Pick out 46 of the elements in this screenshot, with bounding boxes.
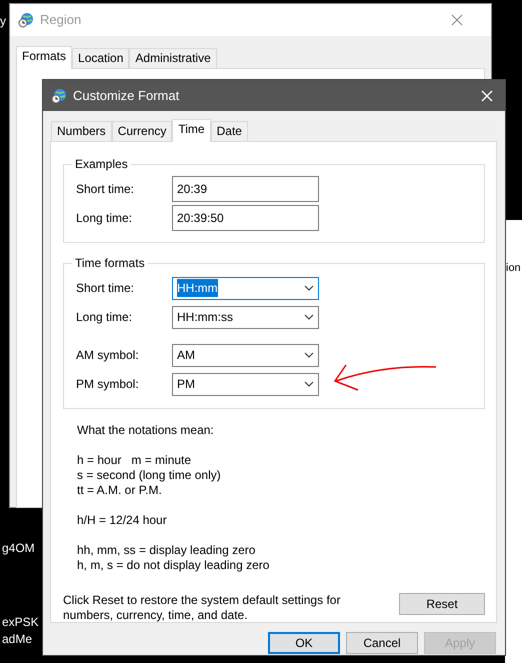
notation-text: hh, mm, ss = display leading zero	[77, 543, 256, 558]
window-title: Region	[40, 11, 82, 30]
notation-text: h = hour m = minute	[77, 453, 192, 468]
desktop-label[interactable]: exPSK	[2, 615, 39, 630]
reset-button[interactable]: Reset	[399, 593, 485, 615]
tab[interactable]: Time	[172, 119, 211, 142]
text-field[interactable]: 20:39	[172, 176, 319, 202]
group-title: Examples	[74, 158, 129, 170]
desktop-label[interactable]: adMe	[2, 632, 32, 647]
desktop-label[interactable]: y	[0, 14, 6, 29]
notation-text: h/H = 12/24 hour	[77, 513, 168, 528]
field-label: Short time:	[76, 280, 136, 297]
desktop-label[interactable]: g4OM	[2, 541, 35, 556]
dialog-button[interactable]: Cancel	[346, 632, 418, 654]
field-label: PM symbol:	[76, 376, 140, 393]
group-title: Time formats	[74, 257, 146, 269]
chevron-down-icon[interactable]	[304, 352, 314, 358]
tab[interactable]: Administrative	[129, 48, 217, 68]
tab[interactable]: Currency	[112, 121, 172, 141]
notation-text: h, m, s = do not display leading zero	[77, 558, 270, 573]
notation-text: tt = A.M. or P.M.	[77, 483, 163, 498]
dialog-title: Customize Format	[73, 86, 180, 105]
dropdown[interactable]: HH:mm:ss	[172, 306, 319, 328]
dropdown[interactable]: AM	[172, 344, 319, 366]
globe-clock-icon	[18, 12, 34, 28]
field-label: AM symbol:	[76, 347, 140, 364]
chevron-down-icon[interactable]	[304, 285, 314, 291]
close-icon[interactable]	[451, 14, 463, 26]
window-text: ion	[506, 261, 521, 276]
dialog-button[interactable]: OK	[268, 632, 340, 654]
field-label: Short time:	[76, 181, 136, 198]
text-field[interactable]: 20:39:50	[172, 205, 319, 231]
chevron-down-icon[interactable]	[304, 381, 314, 387]
dropdown[interactable]: HH:mm	[172, 276, 319, 300]
reset-hint: Click Reset to restore the system default settings for numbers, currency, time, and date.	[63, 593, 342, 623]
notation-text: What the notations mean:	[77, 423, 215, 438]
field-label: Long time:	[76, 309, 134, 326]
tab[interactable]: Date	[210, 121, 248, 141]
tab[interactable]: Formats	[16, 46, 72, 69]
notation-text: s = second (long time only)	[77, 468, 222, 483]
globe-clock-icon	[51, 88, 67, 104]
tab[interactable]: Numbers	[51, 121, 112, 141]
dropdown[interactable]: PM	[172, 372, 319, 396]
field-label: Long time:	[76, 210, 134, 227]
tab[interactable]: Location	[72, 48, 130, 68]
chevron-down-icon[interactable]	[304, 314, 314, 320]
